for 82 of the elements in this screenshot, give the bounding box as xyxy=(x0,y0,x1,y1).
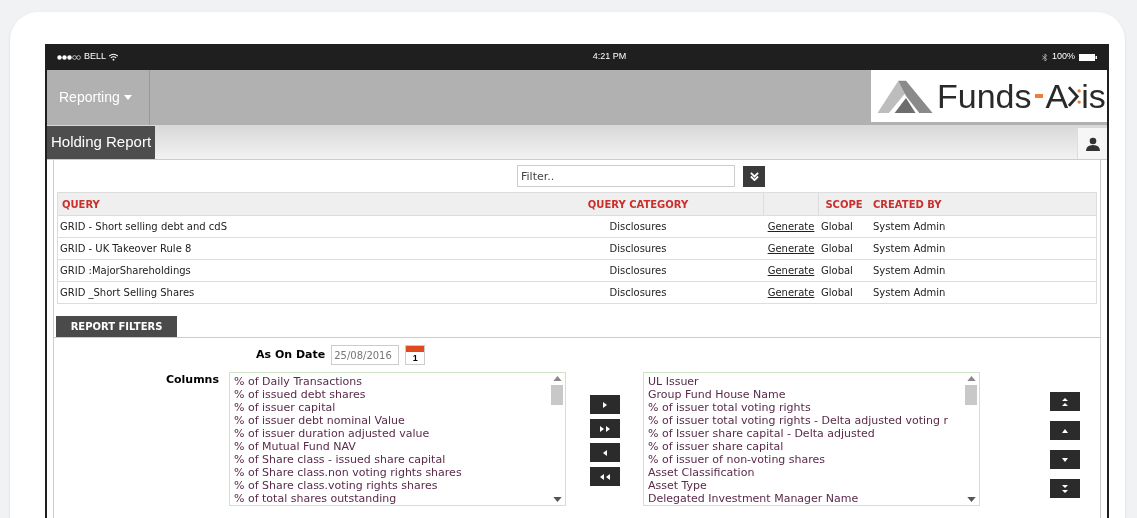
date-field[interactable]: 25/08/2016 xyxy=(331,345,400,365)
move-top-button[interactable] xyxy=(1050,392,1080,411)
list-option[interactable]: % of issuer total voting rights - Delta adjusted voting r xyxy=(648,414,959,427)
move-left-button[interactable] xyxy=(589,443,620,462)
table-cell-text: GRID - UK Takeover Rule 8 xyxy=(59,242,193,256)
list-option[interactable]: % of issuer of non-voting shares xyxy=(648,453,959,466)
clock-time: 4:21 PM xyxy=(592,50,627,64)
user-profile-button[interactable] xyxy=(1077,128,1107,159)
list-option[interactable]: UL Issuer xyxy=(648,375,959,388)
battery-percent: 100% xyxy=(1051,50,1075,64)
list-option[interactable]: % of Mutual Fund NAV xyxy=(234,440,545,453)
user-icon xyxy=(1085,136,1100,151)
scroll-down-arrow-icon xyxy=(552,497,562,502)
selected-columns-list[interactable] xyxy=(643,372,980,506)
date-label: As On Date xyxy=(256,346,326,363)
generate-link[interactable]: Generate xyxy=(763,263,819,278)
carrier-name: BELL xyxy=(84,50,107,64)
table-cell-text: Global xyxy=(820,286,854,300)
list-option[interactable]: Delegated Investment Manager Name xyxy=(648,492,959,505)
move-all-left-button[interactable] xyxy=(589,467,620,486)
list-option[interactable]: Asset Type xyxy=(648,479,959,492)
double-left-arrow-icon xyxy=(598,471,611,482)
list-option[interactable]: % of Issuer share capital - Delta adjusted xyxy=(648,427,959,440)
table-cell-text: Global xyxy=(820,264,854,278)
list-option[interactable]: % of Daily Transactions xyxy=(234,375,545,388)
scroll-thumb[interactable] xyxy=(965,385,977,405)
available-columns-list[interactable] xyxy=(229,372,566,506)
table-cell-text: Disclosures xyxy=(608,220,668,234)
columns-label: Columns xyxy=(164,372,220,388)
generate-link[interactable]: Generate xyxy=(763,219,819,234)
table-cell-text: System Admin xyxy=(872,242,947,256)
generate-link[interactable]: Generate xyxy=(763,241,819,256)
list-option[interactable]: % of Share class - issued share capital xyxy=(234,453,545,466)
signal-dots-icon xyxy=(57,54,81,60)
calendar-button[interactable]: 1 xyxy=(405,345,426,365)
list-option[interactable]: % of issuer total voting rights xyxy=(648,401,959,414)
column-header: QUERY CATEGORY xyxy=(586,197,690,212)
battery-icon xyxy=(1079,53,1097,61)
table-cell-text: System Admin xyxy=(872,286,947,300)
filter-field[interactable]: Filter.. xyxy=(517,165,735,187)
page-title: Holding Report xyxy=(47,126,156,159)
list-option[interactable]: % of Share class.non voting rights shares xyxy=(234,466,545,479)
list-option[interactable]: % of total shares outstanding xyxy=(234,492,545,505)
move-down-button[interactable] xyxy=(1050,450,1080,469)
scroll-up-arrow-icon xyxy=(966,376,976,381)
move-all-right-button[interactable] xyxy=(589,419,620,438)
wifi-icon xyxy=(109,53,119,61)
generate-link[interactable]: Generate xyxy=(763,285,819,300)
list-option[interactable]: % of issuer share capital xyxy=(648,440,959,453)
scroll-down-arrow-icon xyxy=(966,497,976,502)
scroll-up-arrow-icon xyxy=(552,376,562,381)
list-option[interactable]: % of issuer duration adjusted value xyxy=(234,427,545,440)
table-cell-text: Disclosures xyxy=(608,242,668,256)
move-bottom-button[interactable] xyxy=(1050,479,1080,498)
list-option[interactable]: Group Fund House Name xyxy=(648,388,959,401)
caret-icon xyxy=(123,95,132,100)
table-cell-text: Disclosures xyxy=(608,286,668,300)
list-option[interactable]: % of Share class.voting rights shares xyxy=(234,479,545,492)
table-cell-text: Global xyxy=(820,220,854,234)
table-cell-text: GRID :MajorShareholdings xyxy=(59,264,192,278)
column-header: QUERY xyxy=(61,197,101,212)
list-option[interactable]: % of issuer debt nominal Value xyxy=(234,414,545,427)
table-cell-text: GRID - Short selling debt and cdS xyxy=(59,220,229,234)
list-option[interactable]: % of issuer capital xyxy=(234,401,545,414)
list-option[interactable]: Asset Classification xyxy=(648,466,959,479)
double-chevron-down-icon xyxy=(749,171,759,181)
table-cell-text: System Admin xyxy=(872,220,947,234)
report-filters-tab[interactable]: REPORT FILTERS xyxy=(56,316,177,337)
table-cell-text: GRID _Short Selling Shares xyxy=(59,286,196,300)
scroll-thumb[interactable] xyxy=(551,385,563,405)
move-right-button[interactable] xyxy=(589,395,620,414)
double-right-arrow-icon xyxy=(598,423,611,434)
bluetooth-icon xyxy=(1041,52,1048,62)
funds-axis-logo: Funds A is xyxy=(871,70,1107,122)
move-up-button[interactable] xyxy=(1050,421,1080,440)
column-header: SCOPE xyxy=(824,197,864,212)
expand-filter-button[interactable] xyxy=(743,165,765,187)
table-cell-text: Disclosures xyxy=(608,264,668,278)
list-option[interactable]: % of issued debt shares xyxy=(234,388,545,401)
column-header: CREATED BY xyxy=(872,197,943,212)
table-cell-text: System Admin xyxy=(872,264,947,278)
table-cell-text: Global xyxy=(820,242,854,256)
